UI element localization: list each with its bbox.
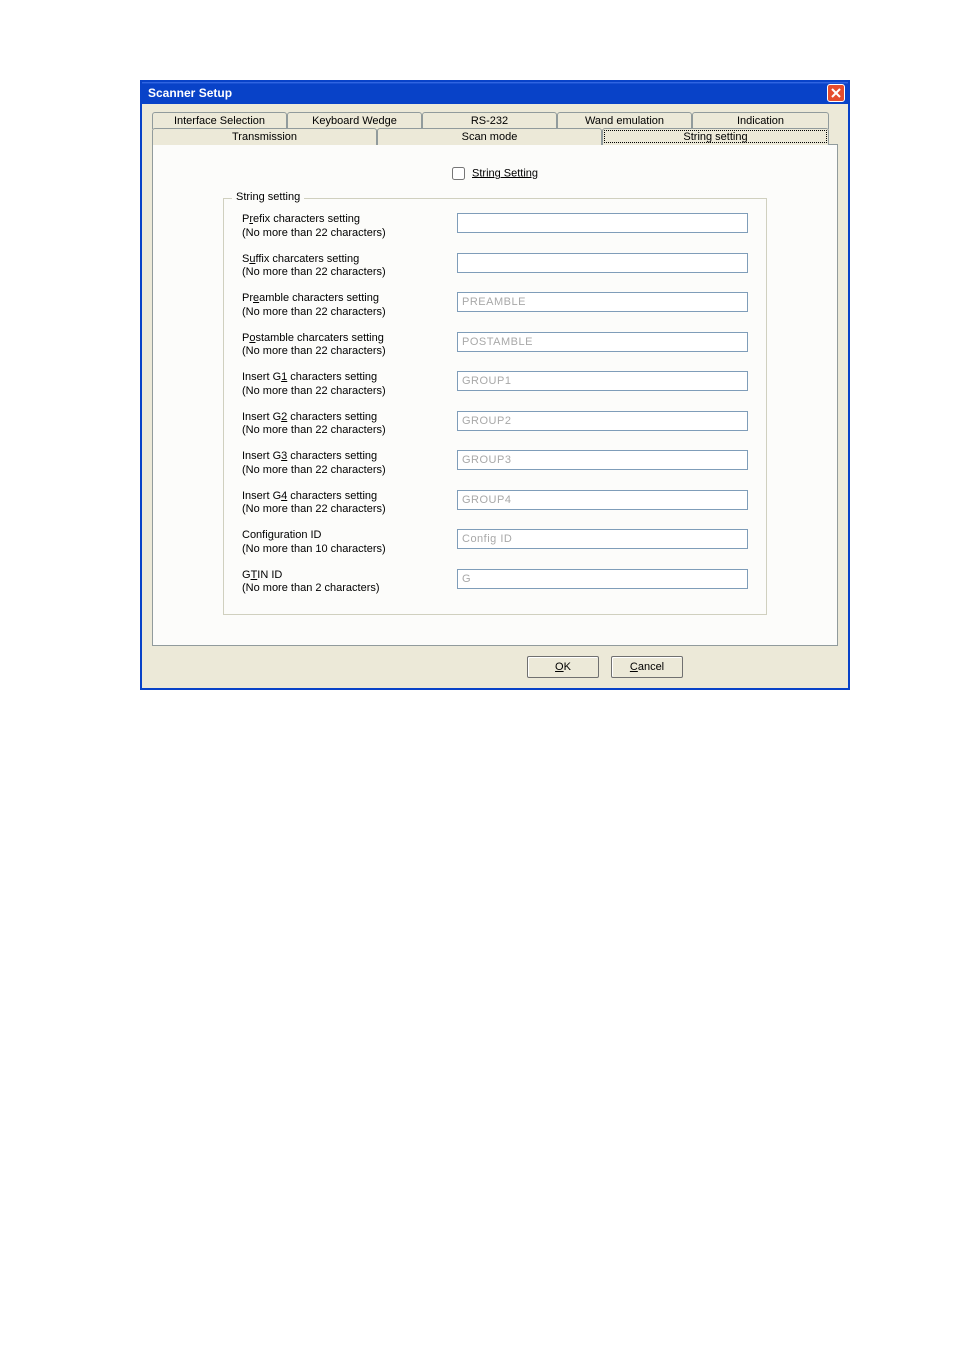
tabs-row-2: Transmission Scan mode String setting	[152, 128, 838, 145]
input-preamble[interactable]	[457, 292, 748, 312]
tab-transmission[interactable]: Transmission	[152, 128, 377, 145]
row-postamble: Postamble charcaters setting(No more tha…	[242, 332, 748, 360]
label-g3: Insert G3 characters setting(No more tha…	[242, 450, 457, 478]
dialog-body: Interface Selection Keyboard Wedge RS-23…	[142, 104, 848, 688]
tabstrip: Interface Selection Keyboard Wedge RS-23…	[152, 112, 838, 646]
cancel-button[interactable]: Cancel	[611, 656, 683, 678]
string-setting-groupbox: String setting Prefix characters setting…	[223, 198, 767, 615]
label-suffix: Suffix charcaters setting(No more than 2…	[242, 253, 457, 281]
label-prefix: Prefix characters setting(No more than 2…	[242, 213, 457, 241]
tab-indication[interactable]: Indication	[692, 112, 829, 129]
tab-panel-string-setting: String Setting String setting Prefix cha…	[152, 144, 838, 646]
tab-wand-emulation[interactable]: Wand emulation	[557, 112, 692, 129]
label-gtin-id: GTIN ID(No more than 2 characters)	[242, 569, 457, 597]
tab-label: Keyboard Wedge	[312, 115, 397, 127]
tab-rs232[interactable]: RS-232	[422, 112, 557, 129]
tab-label: Indication	[737, 115, 784, 127]
dialog-button-row: OK Cancel	[152, 656, 838, 678]
label-g4: Insert G4 characters setting(No more tha…	[242, 490, 457, 518]
input-suffix[interactable]	[457, 253, 748, 273]
tab-scan-mode[interactable]: Scan mode	[377, 128, 602, 145]
row-gtin-id: GTIN ID(No more than 2 characters)	[242, 569, 748, 597]
label-config-id: Configuration ID(No more than 10 charact…	[242, 529, 457, 557]
groupbox-title: String setting	[232, 191, 304, 203]
ok-button[interactable]: OK	[527, 656, 599, 678]
input-g1[interactable]	[457, 371, 748, 391]
tab-label: RS-232	[471, 115, 508, 127]
row-preamble: Preamble characters setting(No more than…	[242, 292, 748, 320]
label-postamble: Postamble charcaters setting(No more tha…	[242, 332, 457, 360]
input-g2[interactable]	[457, 411, 748, 431]
row-suffix: Suffix charcaters setting(No more than 2…	[242, 253, 748, 281]
tab-label: String setting	[683, 131, 747, 143]
input-postamble[interactable]	[457, 332, 748, 352]
string-setting-checkbox[interactable]	[452, 167, 465, 180]
label-g1: Insert G1 characters setting(No more tha…	[242, 371, 457, 399]
input-g4[interactable]	[457, 490, 748, 510]
checkbox-label-rest: tring Setting	[479, 167, 538, 179]
input-prefix[interactable]	[457, 213, 748, 233]
window-frame: Scanner Setup Interface Selection Keyboa…	[140, 80, 850, 690]
window-title: Scanner Setup	[148, 86, 232, 100]
tab-string-setting[interactable]: String setting	[602, 128, 829, 145]
tab-interface-selection[interactable]: Interface Selection	[152, 112, 287, 129]
string-setting-checkbox-label: String Setting	[472, 167, 538, 179]
row-g3: Insert G3 characters setting(No more tha…	[242, 450, 748, 478]
label-g2: Insert G2 characters setting(No more tha…	[242, 411, 457, 439]
input-gtin-id[interactable]	[457, 569, 748, 589]
input-config-id[interactable]	[457, 529, 748, 549]
close-icon	[831, 88, 841, 98]
tab-label: Scan mode	[462, 131, 518, 143]
titlebar: Scanner Setup	[142, 82, 848, 104]
tab-label: Interface Selection	[174, 115, 265, 127]
row-prefix: Prefix characters setting(No more than 2…	[242, 213, 748, 241]
row-g2: Insert G2 characters setting(No more tha…	[242, 411, 748, 439]
row-g1: Insert G1 characters setting(No more tha…	[242, 371, 748, 399]
row-config-id: Configuration ID(No more than 10 charact…	[242, 529, 748, 557]
input-g3[interactable]	[457, 450, 748, 470]
label-preamble: Preamble characters setting(No more than…	[242, 292, 457, 320]
section-enable-row: String Setting	[193, 167, 797, 180]
tab-keyboard-wedge[interactable]: Keyboard Wedge	[287, 112, 422, 129]
tabs-row-1: Interface Selection Keyboard Wedge RS-23…	[152, 112, 838, 129]
close-button[interactable]	[827, 84, 845, 102]
row-g4: Insert G4 characters setting(No more tha…	[242, 490, 748, 518]
tab-label: Wand emulation	[585, 115, 664, 127]
tab-label: Transmission	[232, 131, 297, 143]
